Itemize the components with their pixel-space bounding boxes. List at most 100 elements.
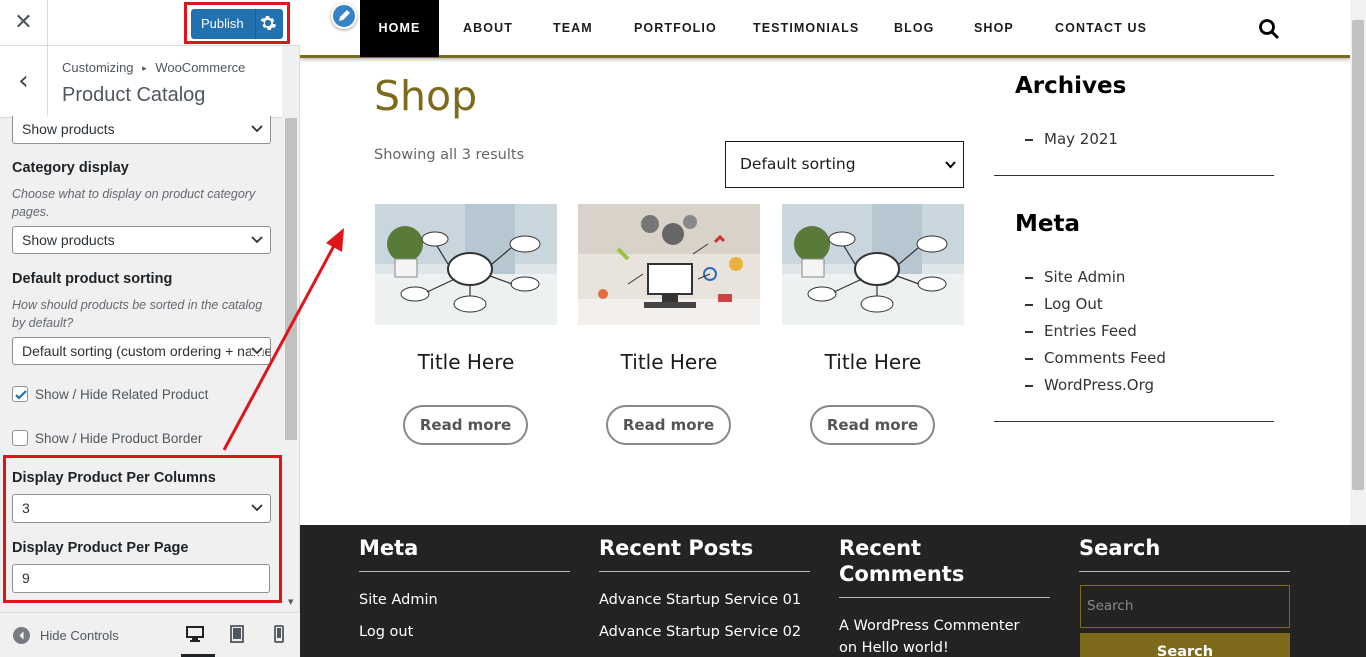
default-sorting-description: How should products be sorted in the cat…: [12, 298, 263, 330]
category-display-description: Choose what to display on product catego…: [12, 187, 256, 219]
nav-home[interactable]: HOME: [360, 0, 439, 57]
footer-search-button[interactable]: Search: [1080, 633, 1290, 657]
hide-controls-icon[interactable]: [13, 627, 30, 644]
meta-link-entries-feed[interactable]: Entries Feed: [1025, 322, 1137, 340]
nav-team[interactable]: TEAM: [553, 0, 593, 57]
per-page-input[interactable]: 9: [12, 564, 270, 593]
gear-icon[interactable]: [259, 14, 277, 32]
product-image[interactable]: [375, 204, 557, 325]
footer-recent-posts-heading: Recent Posts: [599, 536, 754, 560]
footer-recent-comments-heading: Recent Comments: [839, 536, 965, 586]
main-navigation: HOME ABOUT TEAM PORTFOLIO TESTIMONIALS B…: [300, 0, 1350, 58]
meta-heading: Meta: [1015, 211, 1081, 237]
mobile-icon[interactable]: [270, 625, 288, 643]
hide-controls-button[interactable]: Hide Controls: [40, 628, 119, 643]
chevron-left-icon: ‹: [18, 66, 29, 96]
page-title: Shop: [374, 72, 478, 120]
footer-search-heading: Search: [1079, 536, 1161, 560]
product-title[interactable]: Title Here: [375, 350, 557, 374]
recent-comment-post[interactable]: on Hello world!: [839, 640, 949, 656]
related-product-checkbox[interactable]: [12, 386, 28, 402]
checkmark-icon: [15, 390, 27, 400]
select-value: 3: [22, 500, 30, 516]
divider: [599, 571, 810, 572]
close-customizer-button[interactable]: ✕: [0, 0, 48, 46]
publish-label: Publish: [201, 16, 244, 31]
product-title[interactable]: Title Here: [578, 350, 760, 374]
recent-post-link[interactable]: Advance Startup Service 02: [599, 624, 801, 640]
nav-about[interactable]: ABOUT: [463, 0, 513, 57]
meta-link-log-out[interactable]: Log Out: [1025, 295, 1103, 313]
edit-shortcut-pencil-icon[interactable]: [331, 3, 357, 29]
default-sorting-label: Default product sorting: [12, 271, 173, 287]
select-value: Default sorting (custom ordering + name): [22, 343, 271, 359]
site-preview: HOME ABOUT TEAM PORTFOLIO TESTIMONIALS B…: [300, 0, 1366, 657]
chevron-down-icon: [251, 347, 263, 355]
product-border-label: Show / Hide Product Border: [35, 431, 203, 446]
footer-meta-heading: Meta: [359, 536, 419, 560]
publish-separator: [255, 9, 256, 39]
back-button[interactable]: ‹: [0, 46, 48, 118]
breadcrumb-item: Customizing: [62, 60, 134, 75]
divider: [1079, 571, 1290, 572]
nav-shop[interactable]: SHOP: [974, 0, 1014, 57]
select-value: Show products: [22, 121, 115, 137]
per-columns-label: Display Product Per Columns: [12, 470, 216, 486]
chevron-down-icon: [945, 161, 956, 169]
nav-contact-us[interactable]: CONTACT US: [1055, 0, 1147, 57]
footer-search-input[interactable]: Search: [1080, 585, 1290, 628]
meta-link-comments-feed[interactable]: Comments Feed: [1025, 349, 1166, 367]
product-image[interactable]: [782, 204, 964, 325]
category-display-select[interactable]: Show products: [12, 226, 271, 254]
close-icon: ✕: [14, 10, 33, 35]
breadcrumb-separator-icon: ▸: [142, 63, 147, 73]
default-sorting-select[interactable]: Default sorting (custom ordering + name): [12, 337, 271, 365]
publish-button[interactable]: Publish: [191, 9, 283, 39]
product-title[interactable]: Title Here: [782, 350, 964, 374]
sort-select[interactable]: Default sorting: [725, 141, 964, 188]
panel-scrollbar-thumb[interactable]: [285, 118, 297, 440]
archives-heading: Archives: [1015, 73, 1127, 99]
scroll-down-arrow-icon[interactable]: ▼: [288, 598, 293, 606]
footer-link[interactable]: Site Admin: [359, 592, 438, 608]
divider: [359, 571, 570, 572]
breadcrumb: Customizing ▸ WooCommerce: [62, 60, 245, 75]
nav-portfolio[interactable]: PORTFOLIO: [634, 0, 717, 57]
divider: [994, 421, 1274, 422]
recent-post-link[interactable]: Advance Startup Service 01: [599, 592, 801, 608]
per-columns-select[interactable]: 3: [12, 494, 271, 523]
meta-link-site-admin[interactable]: Site Admin: [1025, 268, 1125, 286]
result-count: Showing all 3 results: [374, 147, 525, 163]
chevron-down-icon: [251, 504, 263, 512]
shop-page-display-select[interactable]: Show products: [12, 116, 271, 144]
category-display-label: Category display: [12, 160, 129, 176]
read-more-button[interactable]: Read more: [810, 405, 935, 445]
select-value: Show products: [22, 232, 115, 248]
read-more-button[interactable]: Read more: [403, 405, 528, 445]
footer-link[interactable]: Log out: [359, 624, 413, 640]
section-title: Product Catalog: [62, 84, 206, 106]
search-icon[interactable]: [1258, 18, 1280, 40]
meta-link-wordpress-org[interactable]: WordPress.Org: [1025, 376, 1154, 394]
tablet-icon[interactable]: [228, 625, 246, 643]
preview-scrollbar-thumb[interactable]: [1352, 20, 1364, 490]
divider: [839, 597, 1050, 598]
chevron-down-icon: [251, 236, 263, 244]
archive-link[interactable]: May 2021: [1025, 130, 1118, 148]
per-page-label: Display Product Per Page: [12, 540, 189, 556]
divider: [994, 175, 1274, 176]
related-product-label: Show / Hide Related Product: [35, 387, 209, 402]
product-image[interactable]: [578, 204, 760, 325]
nav-blog[interactable]: BLOG: [894, 0, 935, 57]
nav-testimonials[interactable]: TESTIMONIALS: [753, 0, 859, 57]
read-more-button[interactable]: Read more: [606, 405, 731, 445]
desktop-icon[interactable]: [186, 625, 204, 643]
customizer-panel: ✕ Publish ‹ Customizing ▸ WooCommerce Pr…: [0, 0, 300, 657]
product-border-checkbox[interactable]: [12, 430, 28, 446]
customizer-footer: Hide Controls: [0, 612, 300, 657]
breadcrumb-item: WooCommerce: [155, 60, 246, 75]
recent-comment-author[interactable]: A WordPress Commenter: [839, 618, 1020, 634]
chevron-down-icon: [251, 125, 263, 133]
section-header: ‹ Customizing ▸ WooCommerce Product Cata…: [0, 46, 282, 118]
sort-value: Default sorting: [740, 155, 856, 173]
